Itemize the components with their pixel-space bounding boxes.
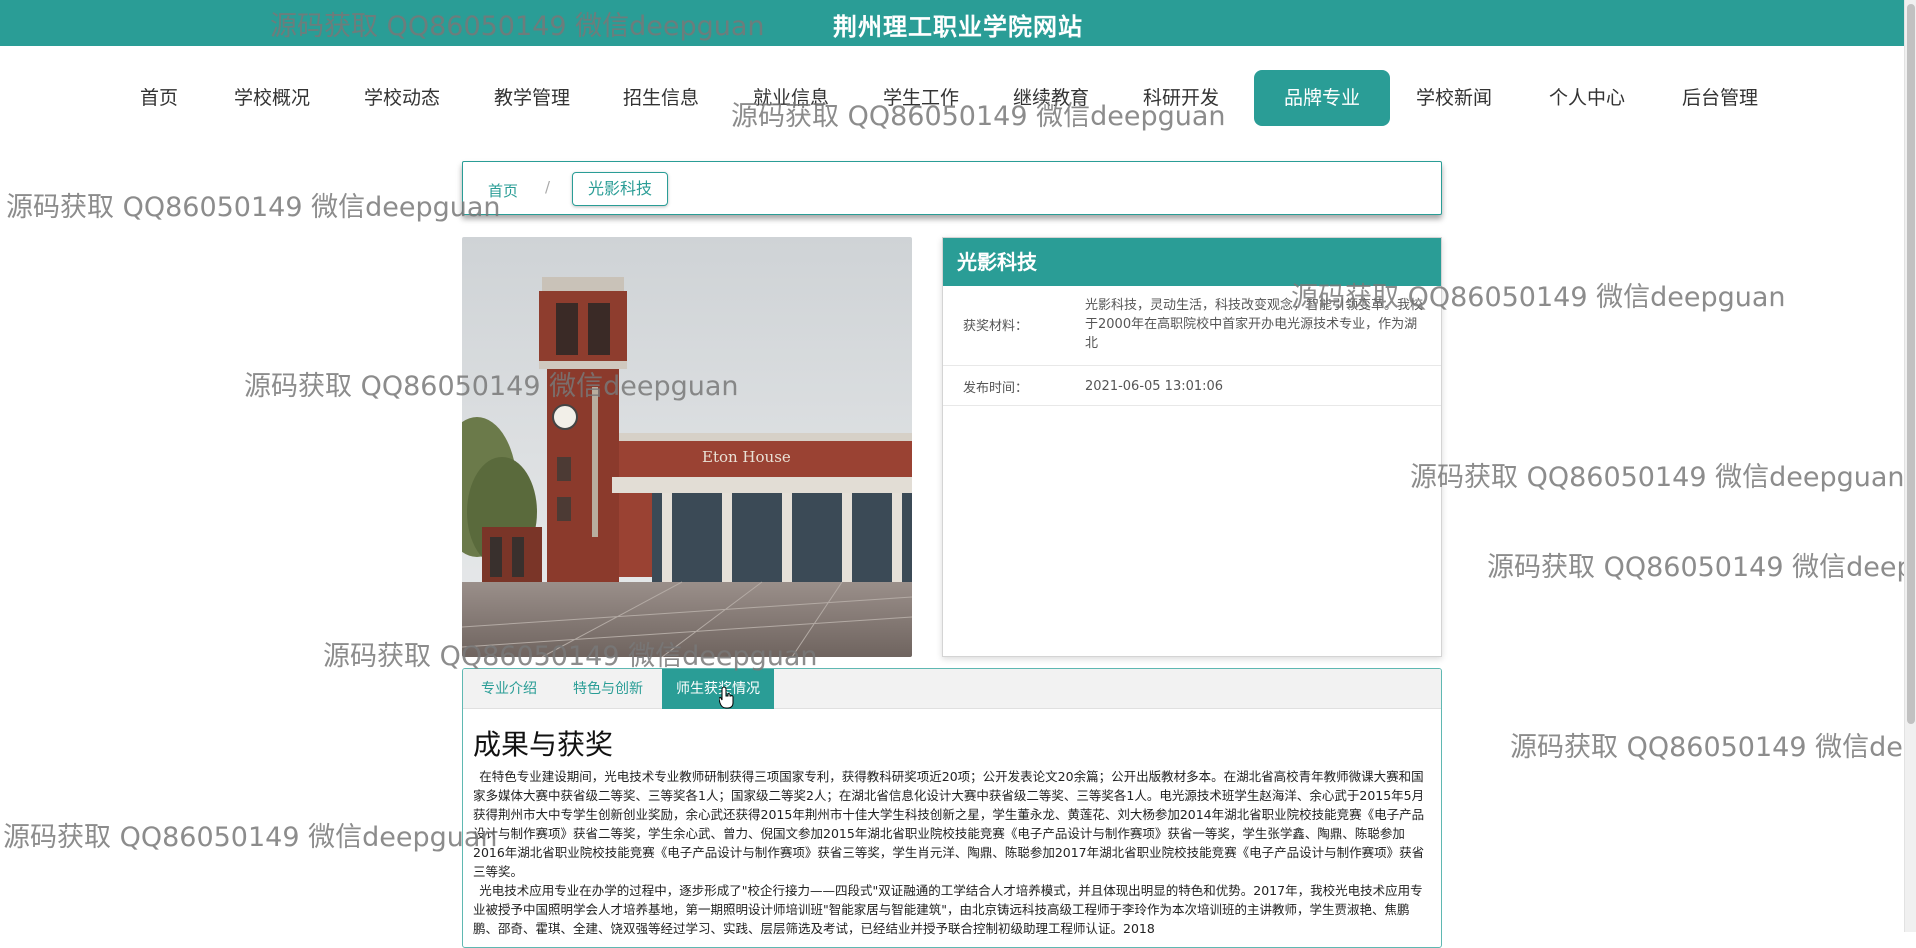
breadcrumb: 首页 / 光影科技: [462, 161, 1442, 215]
breadcrumb-home-link[interactable]: 首页: [488, 180, 518, 201]
breadcrumb-separator: /: [545, 178, 551, 196]
section-paragraph-1: 在特色专业建设期间，光电技术专业教师研制获得三项国家专利，获得教科研奖项近20项…: [473, 769, 1425, 879]
nav-item-school-dynamics[interactable]: 学校动态: [348, 70, 456, 126]
nav-item-personal-center[interactable]: 个人中心: [1533, 70, 1641, 126]
nav-item-school-news[interactable]: 学校新闻: [1400, 70, 1508, 126]
main-nav: 首页 学校概况 学校动态 教学管理 招生信息 就业信息 学生工作 继续教育 科研…: [0, 70, 1916, 126]
site-title: 荆州理工职业学院网站: [833, 13, 1083, 41]
page-scrollbar[interactable]: [1904, 0, 1916, 932]
watermark-text: 源码获取 QQ86050149 微信deepguan: [1510, 732, 1916, 763]
nav-item-school-overview[interactable]: 学校概况: [218, 70, 326, 126]
major-detail-card: 光影科技 获奖材料： 光影科技，灵动生活，科技改变观念，智能引领变革。我校于20…: [942, 237, 1442, 657]
tab-major-intro[interactable]: 专业介绍: [467, 669, 551, 709]
watermark-text: 源码获取 QQ86050149 微信deepguan: [1487, 552, 1916, 583]
nav-item-continuing-education[interactable]: 继续教育: [997, 70, 1105, 126]
nav-item-home[interactable]: 首页: [124, 70, 194, 126]
award-label: 获奖材料：: [963, 319, 1029, 334]
watermark-text: 源码获取 QQ86050149 微信deepguan: [6, 192, 501, 223]
hand-cursor-icon: [719, 686, 734, 709]
publish-time-row: 发布时间： 2021-06-05 13:01:06: [943, 366, 1441, 406]
building-sign: Eton House: [702, 448, 791, 466]
section-heading: 成果与获奖: [473, 728, 614, 761]
section-paragraph-2: 光电技术应用专业在办学的过程中，逐步形成了"校企行接力——四段式"双证融通的工学…: [473, 883, 1423, 936]
tab-content: 成果与获奖 在特色专业建设期间，光电技术专业教师研制获得三项国家专利，获得教科研…: [463, 709, 1441, 938]
nav-item-research[interactable]: 科研开发: [1127, 70, 1235, 126]
detail-title: 光影科技: [943, 238, 1441, 286]
tab-features-innovation[interactable]: 特色与创新: [559, 669, 657, 709]
major-photo: Eton House: [462, 237, 912, 657]
nav-item-admission-info[interactable]: 招生信息: [607, 70, 715, 126]
publish-time-label: 发布时间：: [963, 381, 1029, 396]
top-header-bar: 荆州理工职业学院网站: [0, 0, 1916, 46]
nav-item-brand-major[interactable]: 品牌专业: [1254, 70, 1391, 126]
publish-time-value: 2021-06-05 13:01:06: [1085, 379, 1224, 394]
nav-item-student-work[interactable]: 学生工作: [867, 70, 975, 126]
tab-awards[interactable]: 师生获奖情况: [662, 669, 774, 709]
major-tabs-panel: 专业介绍 特色与创新 师生获奖情况 成果与获奖 在特色专业建设期间，光电技术专业…: [462, 668, 1442, 948]
award-row: 获奖材料： 光影科技，灵动生活，科技改变观念，智能引领变革。我校于2000年在高…: [943, 286, 1441, 366]
watermark-text: 源码获取 QQ86050149 微信deepguan: [1410, 462, 1905, 493]
scrollbar-thumb[interactable]: [1907, 4, 1915, 724]
breadcrumb-current[interactable]: 光影科技: [572, 172, 669, 206]
nav-item-teaching-management[interactable]: 教学管理: [478, 70, 586, 126]
watermark-text: 源码获取 QQ86050149 微信deepguan: [3, 822, 498, 853]
tab-bar: 专业介绍 特色与创新 师生获奖情况: [463, 669, 1441, 709]
nav-item-admin[interactable]: 后台管理: [1666, 70, 1774, 126]
nav-item-employment-info[interactable]: 就业信息: [737, 70, 845, 126]
award-value: 光影科技，灵动生活，科技改变观念，智能引领变革。我校于2000年在高职院校中首家…: [1085, 298, 1424, 351]
